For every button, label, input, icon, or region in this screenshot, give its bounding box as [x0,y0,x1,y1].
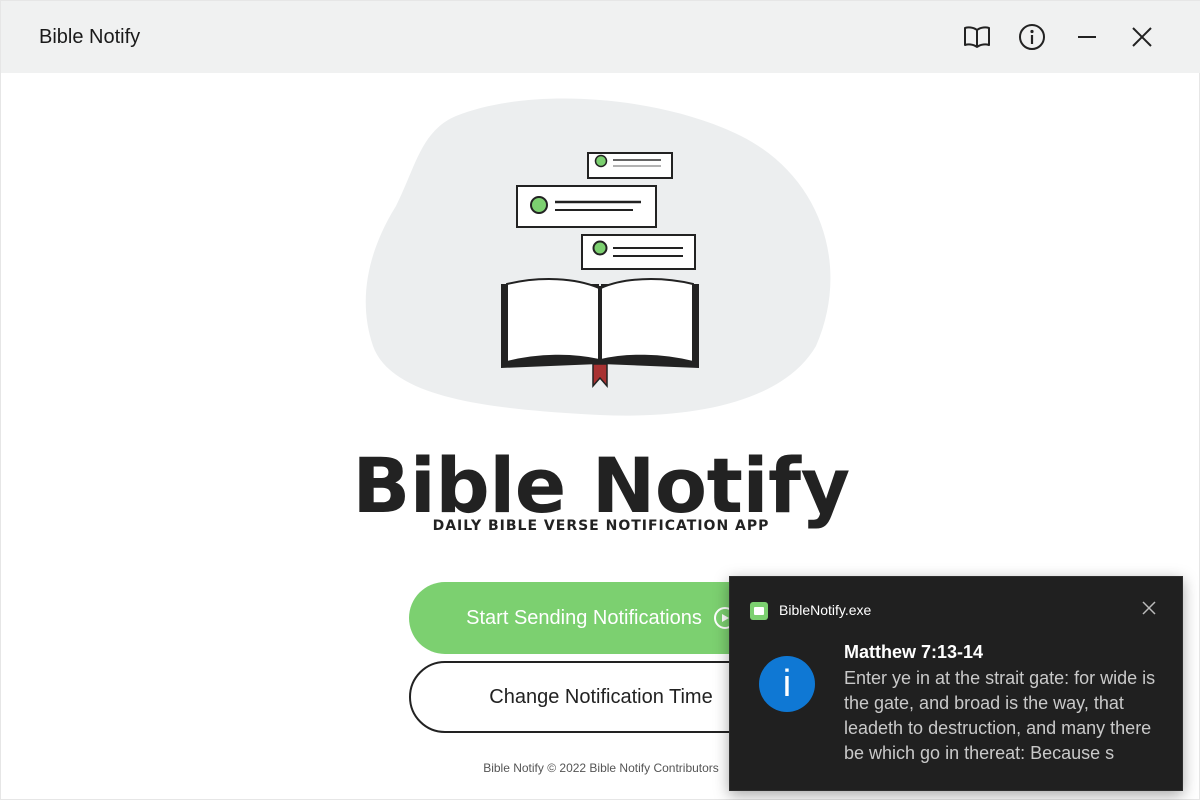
book-icon [963,25,991,49]
app-window: Bible Notify Bible Notify DAILY BIBLE VE… [0,0,1200,800]
open-bible-button[interactable] [959,19,995,55]
notification-card-medium [581,234,696,270]
change-button-label: Change Notification Time [489,685,713,708]
about-button[interactable] [1014,19,1050,55]
toast-title: Matthew 7:13-14 [844,642,984,662]
window-title: Bible Notify [39,26,141,48]
minimize-icon [1075,25,1099,49]
info-icon [1018,23,1046,51]
app-tagline: DAILY BIBLE VERSE NOTIFICATION APP [432,518,770,534]
notification-card-small [587,152,673,179]
close-icon [1142,600,1156,620]
title-bar[interactable]: Bible Notify [1,1,1200,73]
app-icon [750,602,768,620]
notification-card-large [516,185,657,228]
info-icon: i [759,656,815,712]
bible-notification-illustration [365,98,831,416]
close-button[interactable] [1124,19,1160,55]
toast-notification[interactable]: BibleNotify.exe i Matthew 7:13-14 Enter … [729,576,1183,791]
minimize-button[interactable] [1069,19,1105,55]
hero-illustration [361,96,841,421]
start-button-label: Start Sending Notifications [466,606,702,629]
toast-close-button[interactable] [1138,599,1160,621]
close-icon [1130,25,1154,49]
toast-body: Enter ye in at the strait gate: for wide… [844,668,1156,763]
toast-app-name: BibleNotify.exe [779,602,872,618]
